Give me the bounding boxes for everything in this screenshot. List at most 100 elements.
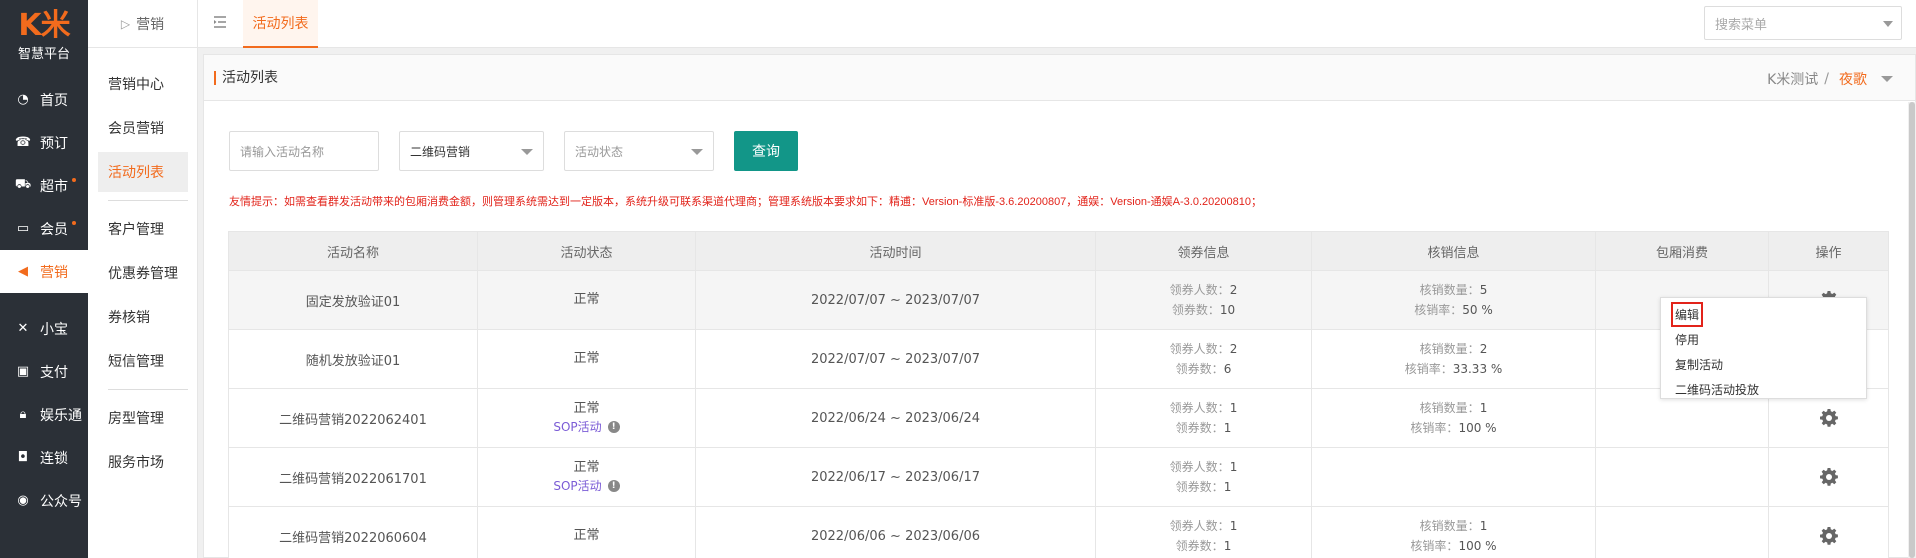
main-nav-item-9[interactable]: ◉ 公众号 xyxy=(0,479,88,522)
panel-header: 活动列表 K米测试 / 夜歌 xyxy=(204,55,1915,101)
coupon-info-key: 领券数： xyxy=(1175,421,1224,435)
activity-status-cell: 正常 SOP活动! xyxy=(478,389,696,447)
action-cell xyxy=(1769,448,1889,506)
sub-nav-item[interactable]: 客户管理 xyxy=(98,209,188,249)
vertical-scrollbar[interactable] xyxy=(1908,102,1916,558)
sub-nav-divider xyxy=(108,200,188,201)
sub-nav-list: 营销中心 会员营销 活动列表客户管理 优惠券管理 券核销 短信管理房型管理 服务市场 xyxy=(88,48,197,482)
main-nav-item-0[interactable]: ◔ 首页 xyxy=(0,78,88,121)
query-button[interactable]: 查询 xyxy=(734,131,798,171)
coupon-info-key: 领券数： xyxy=(1175,480,1224,494)
coupon-info-key: 领券人数： xyxy=(1169,342,1230,356)
account-name: K米测试 xyxy=(1767,72,1819,88)
table-row: 二维码营销2022061701 正常 SOP活动! 2022/06/17 ~ 2023… xyxy=(228,448,1889,507)
main-nav-label: 预订 xyxy=(40,135,68,152)
main-nav-item-3[interactable]: ▭ 会员 xyxy=(0,207,88,250)
scrollbar-thumb[interactable] xyxy=(1909,102,1915,558)
sub-nav: ▷ 营销 营销中心 会员营销 活动列表客户管理 优惠券管理 券核销 短信管理房型管理 服务市… xyxy=(88,0,198,558)
account-separator: / xyxy=(1824,71,1829,87)
coupon-info-value: 1 xyxy=(1229,519,1238,533)
account-switcher[interactable]: K米测试 / 夜歌 xyxy=(1767,69,1893,89)
action-menu-label: 复制活动 xyxy=(1675,358,1724,372)
sub-nav-item[interactable]: 会员营销 xyxy=(98,108,188,148)
sub-nav-header: ▷ 营销 xyxy=(88,0,197,48)
coupon-info-key: 领券数： xyxy=(1175,539,1224,553)
pay-icon: ▣ xyxy=(16,364,30,379)
activity-name-cell: 随机发放验证01 xyxy=(228,330,478,388)
main-nav-item-6[interactable]: ▣ 支付 xyxy=(0,350,88,393)
phone-icon: ☎ xyxy=(14,135,32,150)
shop-name: 夜歌 xyxy=(1839,72,1867,88)
coupon-info-line: 领券数：6 xyxy=(1176,359,1232,379)
sub-nav-item[interactable]: 优惠券管理 xyxy=(98,253,188,293)
lock-icon: 🔒︎ xyxy=(19,407,27,422)
sub-nav-item[interactable]: 券核销 xyxy=(98,297,188,337)
action-menu-label: 二维码活动投放 xyxy=(1675,383,1760,397)
activity-status-placeholder: 活动状态 xyxy=(575,144,624,159)
action-menu-item[interactable]: 停用 xyxy=(1661,327,1866,352)
main-nav-item-8[interactable]: ◘ 连锁 xyxy=(0,436,88,479)
notice-text: 友情提示：如需查看群发活动带来的包厢消费金额，则管理系统需达到一定版本，系统升级… xyxy=(229,196,1262,208)
coupon-info-key: 领券人数： xyxy=(1169,519,1230,533)
verify-info-value: 2 xyxy=(1479,342,1488,356)
main-nav-label: 公众号 xyxy=(40,493,82,510)
sub-nav-item[interactable]: 房型管理 xyxy=(98,398,188,438)
coupon-info-cell: 领券人数：1 领券数：1 xyxy=(1096,507,1312,558)
logo: K米 智慧平台 xyxy=(0,0,88,72)
sub-nav-item[interactable]: 营销中心 xyxy=(98,64,188,104)
coupon-info-value: 1 xyxy=(1223,539,1232,553)
main-nav: K米 智慧平台 ◔ 首页 ☎ 预订 ⛟ 超市 ▭ 会员 ◀ 营销 ✕ 小宝 ▣ 支付 🔒︎ 娱乐通 ◘ 连锁 ◉ 公众… xyxy=(0,0,88,558)
coupon-info-value: 1 xyxy=(1223,480,1232,494)
sub-nav-divider xyxy=(108,389,188,390)
action-menu-label: 停用 xyxy=(1675,333,1700,347)
main-nav-label: 超市 xyxy=(40,178,68,195)
main-nav-item-4[interactable]: ◀ 营销 xyxy=(0,250,88,293)
main-nav-item-5[interactable]: ✕ 小宝 xyxy=(0,307,88,350)
activity-status-select[interactable]: 活动状态 xyxy=(564,131,714,171)
sub-nav-title: 营销 xyxy=(136,16,165,33)
chevron-down-icon xyxy=(691,149,703,155)
menu-collapse-icon[interactable] xyxy=(212,14,228,30)
chevron-down-icon xyxy=(521,149,533,155)
main-nav-item-1[interactable]: ☎ 预订 xyxy=(0,121,88,164)
main-nav-item-2[interactable]: ⛟ 超市 xyxy=(0,164,88,207)
main-nav-label: 首页 xyxy=(40,92,68,109)
sub-nav-item[interactable]: 服务市场 xyxy=(98,442,188,482)
gear-icon[interactable] xyxy=(1819,408,1839,428)
gear-icon[interactable] xyxy=(1819,526,1839,546)
status-text: 正常 xyxy=(573,292,600,307)
verify-info-value: 33.33 % xyxy=(1452,362,1503,376)
coupon-info-cell: 领券人数：2 领券数：6 xyxy=(1096,330,1312,388)
sub-nav-item[interactable]: 活动列表 xyxy=(98,152,188,192)
verify-info-key: 核销数量： xyxy=(1419,519,1480,533)
activity-name-cell: 固定发放验证01 xyxy=(228,271,478,329)
sub-nav-item[interactable]: 短信管理 xyxy=(98,341,188,381)
action-cell xyxy=(1769,507,1889,558)
card-icon: ▭ xyxy=(16,221,30,236)
coupon-info-line: 领券数：10 xyxy=(1172,300,1235,320)
coupon-info-line: 领券人数：2 xyxy=(1170,339,1238,359)
logo-subtitle: 智慧平台 xyxy=(17,46,70,62)
table-row: 二维码营销2022062401 正常 SOP活动! 2022/06/24 ~ 2023… xyxy=(228,389,1889,448)
coupon-info-value: 1 xyxy=(1229,460,1238,474)
verify-info-line: 核销数量：1 xyxy=(1420,516,1488,536)
activity-type-select[interactable]: 二维码营销 xyxy=(399,131,544,171)
info-icon[interactable]: ! xyxy=(607,421,620,433)
activity-time-cell: 2022/07/07 ~ 2023/07/07 xyxy=(696,271,1096,329)
verify-info-value: 100 % xyxy=(1458,421,1497,435)
action-menu-item[interactable]: 二维码活动投放 xyxy=(1661,377,1866,402)
action-menu-item[interactable]: 编辑 xyxy=(1661,302,1866,327)
main-nav-label: 支付 xyxy=(40,364,68,381)
coupon-info-value: 6 xyxy=(1223,362,1232,376)
activity-name-input[interactable]: 请输入活动名称 xyxy=(229,131,379,171)
logo-mark: K米 xyxy=(18,7,70,43)
gear-icon[interactable] xyxy=(1819,467,1839,487)
activity-table: 活动名称 活动状态 活动时间 领券信息 核销信息 包厢消费 操作 固定发放验证01 正常 202… xyxy=(228,231,1889,558)
verify-info-cell: 核销数量：5 核销率：50 % xyxy=(1312,271,1596,329)
tab-activity-list[interactable]: 活动列表 xyxy=(243,0,318,48)
chevron-down-icon xyxy=(1883,21,1893,27)
info-icon[interactable]: ! xyxy=(607,480,620,492)
main-nav-item-7[interactable]: 🔒︎ 娱乐通 xyxy=(0,393,88,436)
action-menu-item[interactable]: 复制活动 xyxy=(1661,352,1866,377)
search-menu-select[interactable]: 搜索菜单 xyxy=(1704,6,1902,40)
